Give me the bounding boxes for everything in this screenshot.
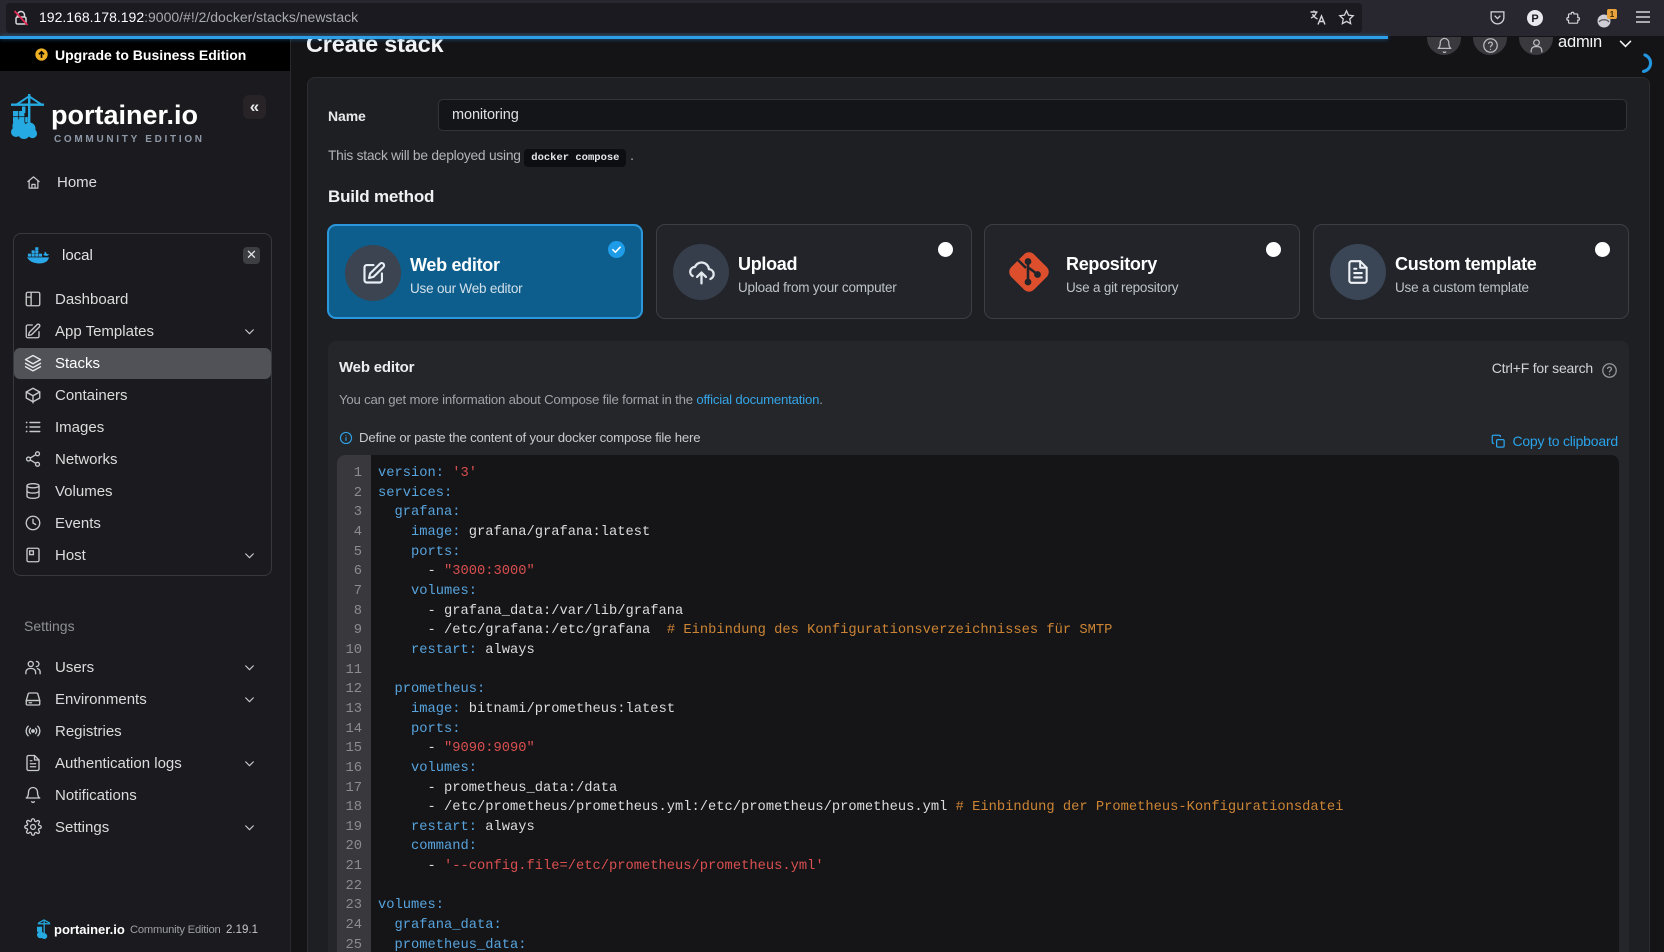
svg-text:P: P (1531, 13, 1538, 25)
svg-text:1: 1 (1610, 10, 1615, 19)
